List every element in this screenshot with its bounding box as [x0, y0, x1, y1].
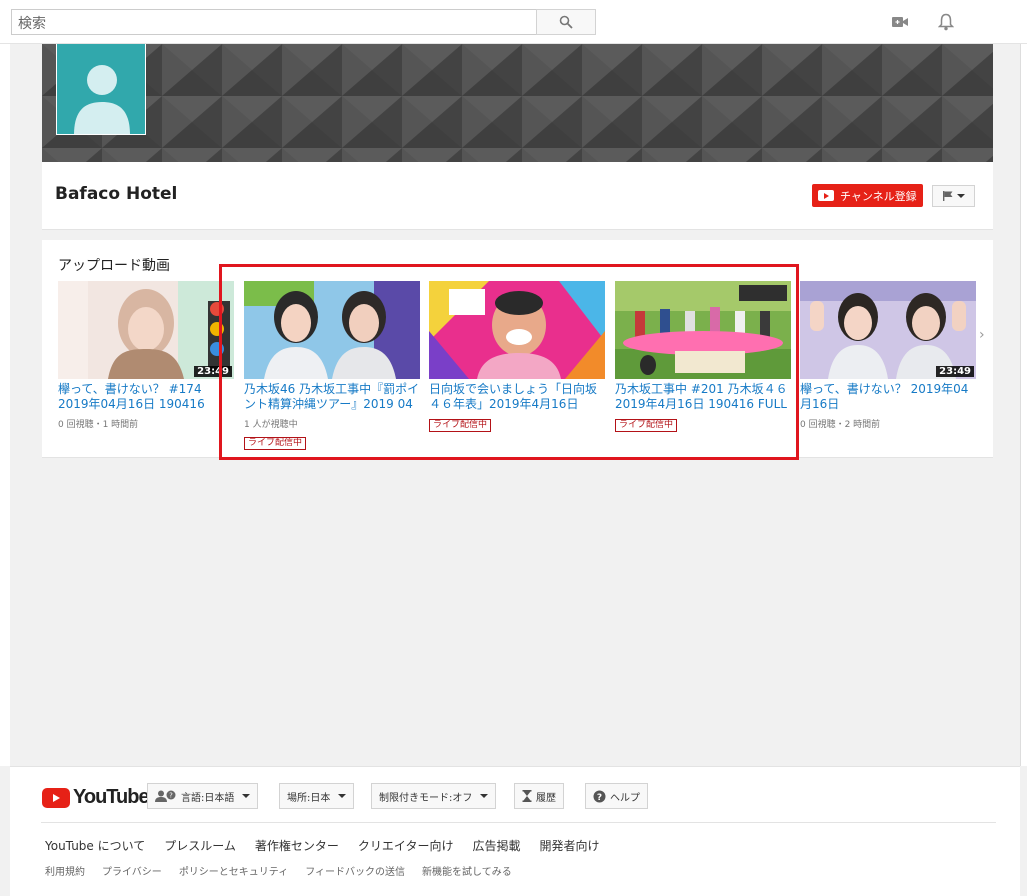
svg-text:?: ? [169, 792, 173, 800]
language-button[interactable]: ? 言語:日本語 [147, 783, 259, 809]
masthead: 検索 [0, 0, 1027, 44]
live-badge: ライブ配信中 [244, 437, 307, 450]
video-title[interactable]: 日向坂で会いましょう「日向坂４６年表」2019年4月16日 [429, 382, 605, 412]
left-gutter [0, 44, 10, 766]
youtube-play-icon [42, 787, 70, 808]
history-label: 履歴 [536, 792, 556, 804]
channel-name[interactable]: Bafaco Hotel [55, 184, 177, 204]
footer-link[interactable]: 新機能を試してみる [422, 863, 512, 878]
chevron-down-icon [480, 794, 489, 798]
chevron-down-icon [957, 194, 965, 198]
footer-link[interactable]: 開発者向け [539, 837, 599, 854]
subscribe-button[interactable]: チャンネル登録 [812, 184, 923, 207]
flag-button[interactable] [932, 185, 975, 207]
chevron-down-icon [242, 794, 251, 798]
footer-link[interactable]: ポリシーとセキュリティ [179, 863, 288, 878]
video-duration: 23:49 [194, 366, 232, 377]
video-thumbnail[interactable]: 23:49 [800, 281, 976, 379]
footer-link[interactable]: フィードバックの送信 [305, 863, 405, 878]
youtube-logo-text: YouTube [73, 786, 150, 808]
video-title[interactable]: 乃木坂46 乃木坂工事中『罰ポイント精算沖縄ツアー』2019 04 [244, 382, 420, 412]
notifications-button[interactable] [934, 10, 958, 34]
live-badge: ライブ配信中 [615, 419, 678, 432]
video-item[interactable]: 乃木坂工事中 #201 乃木坂４６ 2019年4月16日 190416 FULL… [615, 281, 791, 432]
video-item[interactable]: 23:49 欅って、書けない？ #174 2019年04月16日 190416 … [58, 281, 234, 430]
restricted-mode-button[interactable]: 制限付きモード:オフ [371, 783, 497, 809]
video-item[interactable]: 日向坂で会いましょう「日向坂４６年表」2019年4月16日 ライブ配信中 [429, 281, 605, 432]
uploads-shelf: アップロード動画 23:49 欅って、書けない？ #174 2019年04月16… [42, 240, 993, 458]
search-button[interactable] [536, 9, 596, 35]
restricted-mode-label: 制限付きモード:オフ [379, 792, 473, 804]
live-badge: ライブ配信中 [429, 419, 492, 432]
history-button[interactable]: 履歴 [514, 783, 564, 809]
upload-video-button[interactable] [888, 10, 912, 34]
footer-divider [41, 822, 996, 823]
video-item[interactable]: 乃木坂46 乃木坂工事中『罰ポイント精算沖縄ツアー』2019 04 1 人が視聴… [244, 281, 420, 450]
footer-link[interactable]: 利用規約 [45, 863, 85, 878]
video-meta: 0 回視聴・1 時間前 [58, 420, 139, 430]
footer-link[interactable]: 広告掲載 [472, 837, 520, 854]
banner-pattern [42, 44, 993, 162]
channel-header: Bafaco Hotel チャンネル登録 [42, 162, 993, 230]
video-title[interactable]: 乃木坂工事中 #201 乃木坂４６ 2019年4月16日 190416 FULL [615, 382, 791, 412]
footer-link[interactable]: クリエイター向け [358, 837, 454, 854]
video-thumbnail[interactable] [429, 281, 605, 379]
location-button[interactable]: 場所:日本 [279, 783, 355, 809]
video-title[interactable]: 欅って、書けない？ 2019年04月16日 [800, 382, 976, 412]
help-button[interactable]: ? ヘルプ [585, 783, 648, 809]
youtube-logo[interactable]: YouTube [42, 786, 150, 809]
video-meta: 1 人が視聴中 [244, 420, 298, 430]
footer-link[interactable]: プレスルーム [164, 837, 236, 854]
video-meta: 0 回視聴・2 時間前 [800, 420, 881, 430]
flag-icon [943, 191, 953, 201]
channel-banner [42, 44, 993, 162]
user-silhouette-icon [74, 65, 130, 134]
video-item[interactable]: 23:49 欅って、書けない？ 2019年04月16日 0 回視聴・2 時間前 [800, 281, 976, 430]
video-thumbnail[interactable] [615, 281, 791, 379]
video-duration: 23:49 [936, 366, 974, 377]
footer-secondary-links: 利用規約 プライバシー ポリシーとセキュリティ フィードバックの送信 新機能を試… [45, 863, 512, 878]
channel-avatar[interactable] [56, 44, 146, 135]
search-icon [559, 15, 573, 29]
footer: YouTube ? 言語:日本語 場所:日本 制限付きモード:オフ 履歴 ? ヘ… [10, 766, 1020, 896]
footer-primary-links: YouTube について プレスルーム 著作権センター クリエイター向け 広告掲… [45, 837, 599, 854]
video-thumbnail[interactable]: 23:49 [58, 281, 234, 379]
footer-link[interactable]: 著作権センター [255, 837, 339, 854]
svg-text:?: ? [597, 793, 602, 803]
video-thumbnail[interactable] [244, 281, 420, 379]
footer-link[interactable]: プライバシー [102, 863, 162, 878]
help-icon: ? [593, 790, 606, 803]
video-title[interactable]: 欅って、書けない？ #174 2019年04月16日 190416 FULL [58, 382, 234, 412]
uploads-title[interactable]: アップロード動画 [58, 255, 170, 275]
location-label: 場所:日本 [287, 792, 331, 804]
search-input[interactable]: 検索 [11, 9, 537, 35]
hourglass-icon [522, 790, 532, 802]
chevron-down-icon [338, 794, 347, 798]
video-camera-icon [892, 17, 908, 27]
language-label: 言語:日本語 [181, 792, 235, 804]
footer-link[interactable]: YouTube について [45, 837, 145, 854]
subscribe-label: チャンネル登録 [840, 189, 917, 203]
help-label: ヘルプ [610, 792, 640, 804]
scrollbar[interactable] [1020, 44, 1027, 766]
bell-icon [938, 13, 954, 31]
user-language-icon: ? [155, 790, 176, 802]
youtube-play-icon [818, 190, 834, 201]
chevron-right-icon[interactable]: › [979, 327, 985, 343]
